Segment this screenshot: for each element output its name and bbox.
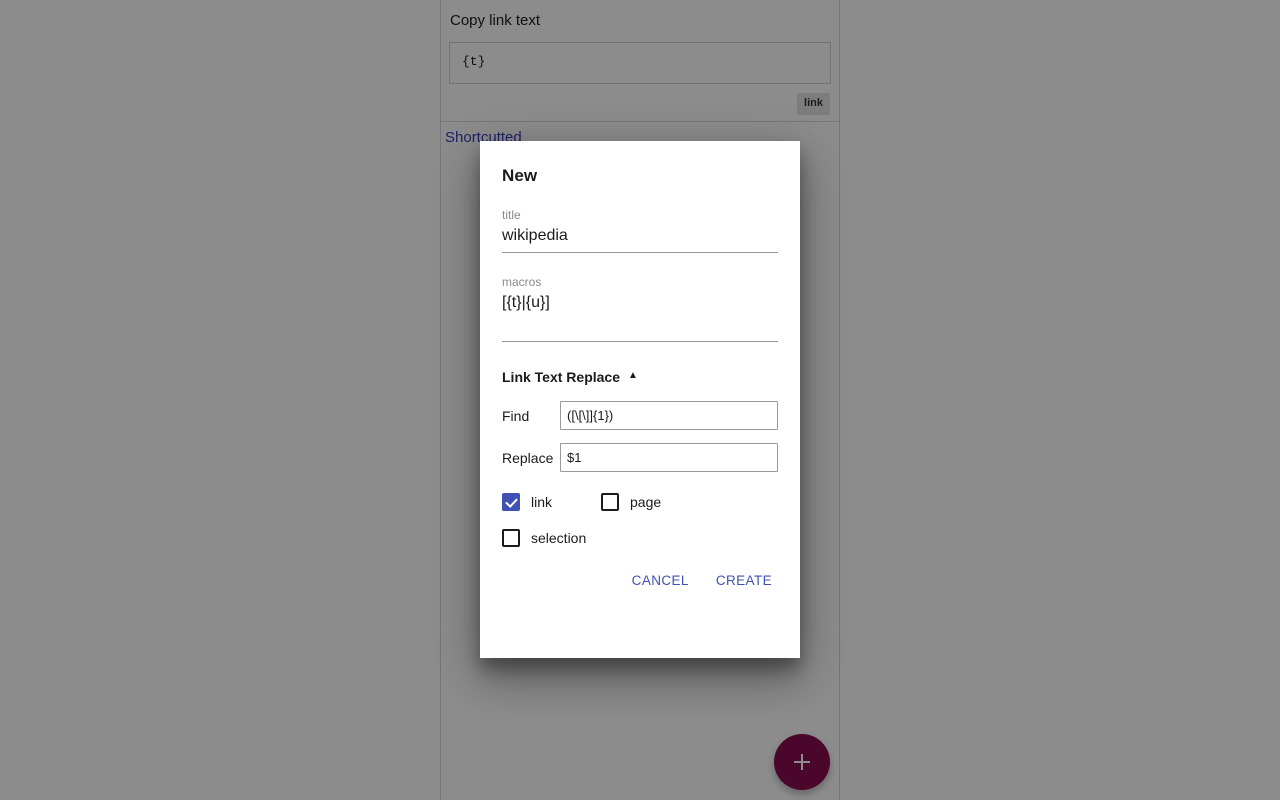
checkbox-page[interactable]: page [601, 493, 661, 511]
find-label: Find [502, 407, 530, 424]
new-shortcut-dialog: New title wikipedia macros [{t}|{u}] Lin… [480, 141, 800, 658]
macros-field-value[interactable]: [{t}|{u}] [502, 289, 778, 336]
scope-checkbox-group: link page selection [502, 493, 778, 547]
link-text-replace-title: Link Text Replace [502, 369, 621, 385]
checkbox-link[interactable]: link [502, 493, 601, 511]
app-root: Copy link text {t} link Shortcutted New … [0, 0, 1280, 800]
checkbox-selection-box[interactable] [502, 529, 520, 547]
macros-field-label: macros [502, 275, 542, 289]
chevron-up-icon[interactable]: ▲ [628, 371, 638, 381]
dialog-actions: CANCEL CREATE [502, 565, 778, 596]
checkbox-page-label: page [630, 494, 662, 510]
checkbox-link-label: link [531, 494, 553, 510]
dialog-title: New [502, 166, 538, 185]
find-input[interactable] [560, 401, 778, 430]
checkbox-selection[interactable]: selection [502, 529, 601, 547]
checkbox-selection-label: selection [531, 530, 587, 546]
replace-rows: Find Replace [502, 401, 778, 472]
macros-field-underline [502, 341, 778, 342]
checkbox-row-1: link page [502, 493, 778, 511]
checkbox-page-box[interactable] [601, 493, 619, 511]
macros-field[interactable]: macros [{t}|{u}] [502, 275, 778, 342]
title-field-value[interactable]: wikipedia [502, 222, 778, 247]
checkbox-row-2: selection [502, 529, 778, 547]
title-field-underline [502, 252, 778, 253]
checkbox-link-box[interactable] [502, 493, 520, 511]
find-row: Find [502, 401, 778, 430]
title-field-label: title [502, 208, 521, 222]
title-field[interactable]: title wikipedia [502, 208, 778, 253]
replace-label: Replace [502, 449, 554, 466]
replace-input[interactable] [560, 443, 778, 472]
link-text-replace-header[interactable]: Link Text Replace ▲ [502, 369, 778, 385]
replace-row: Replace [502, 443, 778, 472]
cancel-button[interactable]: CANCEL [626, 565, 695, 596]
create-button[interactable]: CREATE [710, 565, 778, 596]
